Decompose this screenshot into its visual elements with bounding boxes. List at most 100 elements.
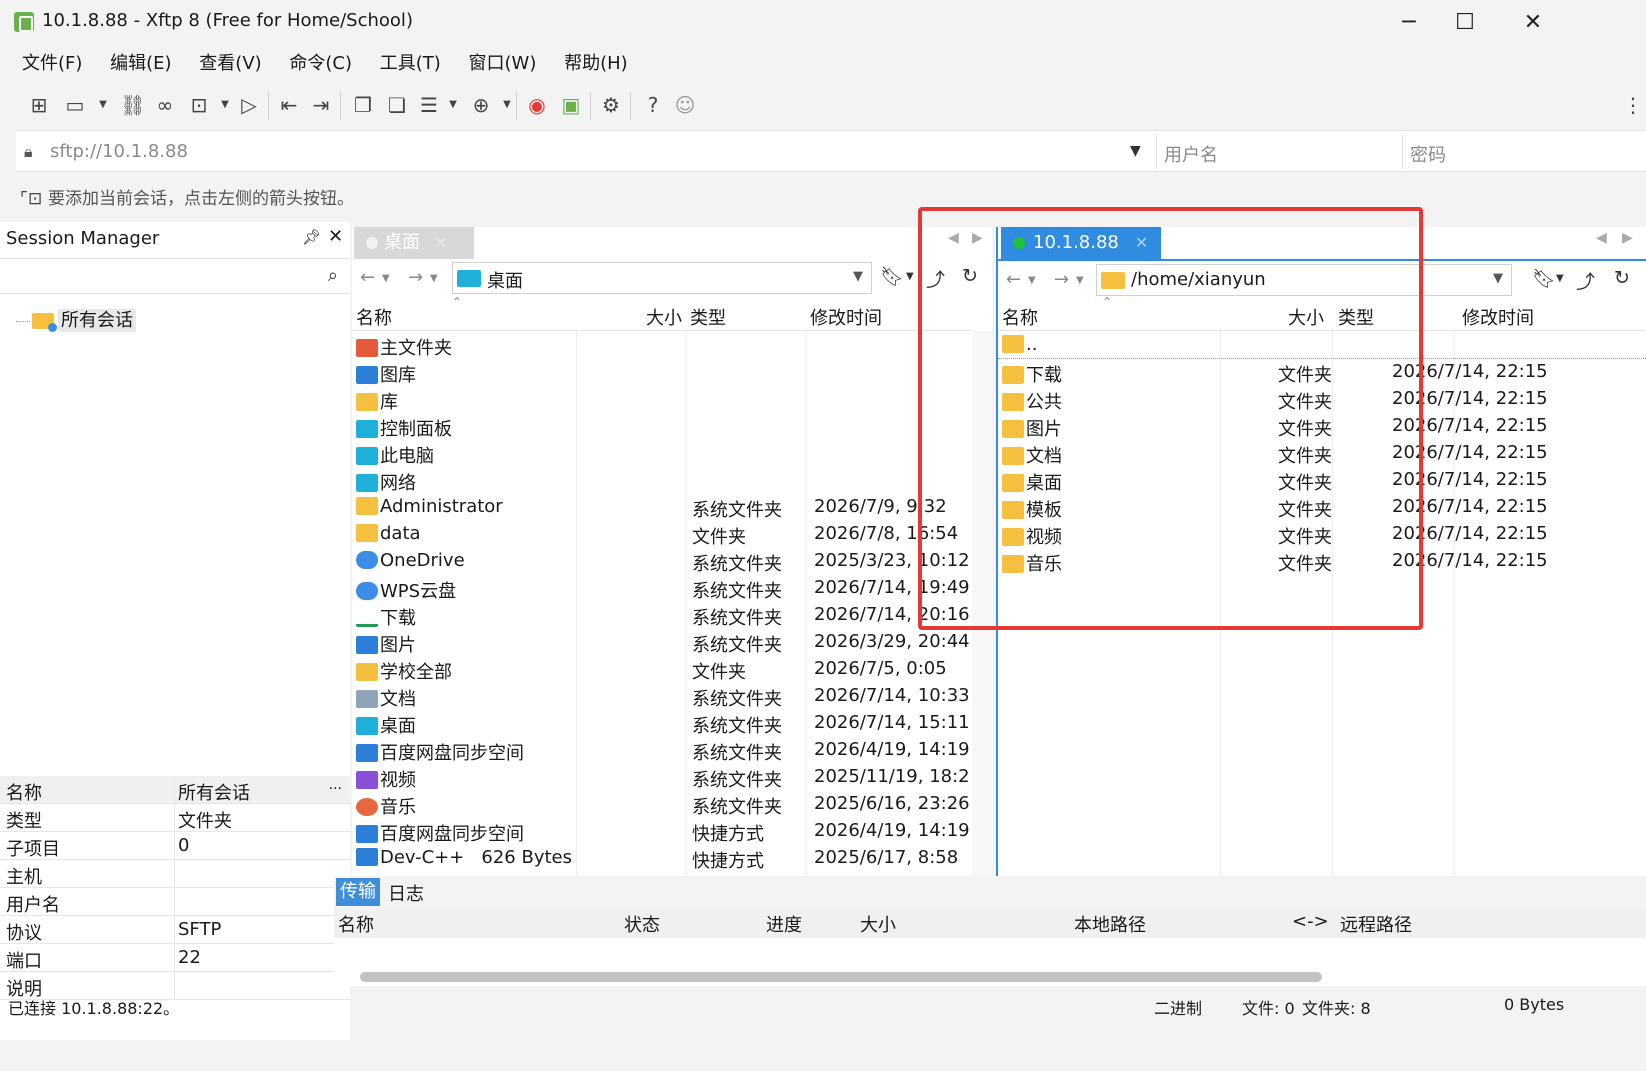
back-dropdown-icon[interactable]: ▼ [382, 273, 390, 284]
highlight-annotation-box [918, 207, 1423, 630]
list-view-icon[interactable]: ☰ [416, 92, 442, 118]
search-icon[interactable]: ⌕ [328, 265, 338, 286]
disconnect-icon[interactable]: ⛓ [120, 92, 146, 118]
username-field[interactable]: 用户名 [1164, 141, 1218, 167]
list-item[interactable]: 百度网盘同步空间 快捷方式 2026/4/19, 14:19 [352, 817, 972, 845]
play-icon[interactable]: ▷ [236, 92, 262, 118]
list-item[interactable]: WPS云盘 系统文件夹 2026/7/14, 19:49 [352, 574, 972, 602]
open-dropdown-icon[interactable]: ▼ [90, 92, 116, 118]
help-icon[interactable]: ? [640, 92, 666, 118]
list-item[interactable]: 图库 [352, 358, 972, 386]
host-dropdown-icon[interactable]: ▼ [1130, 143, 1141, 159]
copy-icon[interactable]: ❐ [350, 92, 376, 118]
menu-window[interactable]: 窗口(W) [469, 46, 537, 82]
tree-item-all-sessions[interactable]: 所有会话 [58, 309, 136, 332]
transfer-col-local-path[interactable]: 本地路径 [1074, 911, 1146, 937]
menu-help[interactable]: 帮助(H) [564, 46, 628, 82]
list-item[interactable]: Dev-C++ 626 Bytes 快捷方式 2025/6/17, 8:58 [352, 844, 972, 872]
transfer-col-status[interactable]: 状态 [624, 911, 660, 937]
add-session-icon[interactable]: ⌜⊡ [20, 189, 42, 209]
transfer-col-progress[interactable]: 进度 [766, 911, 802, 937]
refresh-icon[interactable]: ↻ [1614, 267, 1630, 289]
col-modified[interactable]: 修改时间 [1462, 304, 1534, 330]
col-type[interactable]: 类型 [690, 304, 726, 330]
minimize-button[interactable]: ─ [1384, 8, 1434, 38]
session-search-input[interactable]: ⌕ [0, 258, 350, 294]
settings-icon[interactable]: ⚙ [598, 92, 624, 118]
new-tab-icon[interactable]: ⊡ [186, 92, 212, 118]
new-session-icon[interactable]: ⊞ [26, 92, 52, 118]
local-path-input[interactable]: 桌面 ▼ [452, 262, 872, 294]
list-item[interactable]: 百度网盘同步空间 系统文件夹 2026/4/19, 14:19 [352, 736, 972, 764]
list-item[interactable]: 库 [352, 385, 972, 413]
tab-transfer[interactable]: 传输 [336, 878, 380, 906]
password-field[interactable]: 密码 [1410, 141, 1446, 167]
list-item[interactable]: 文档 系统文件夹 2026/7/14, 10:33 [352, 682, 972, 710]
menu-command[interactable]: 命令(C) [289, 46, 352, 82]
maximize-button[interactable]: ☐ [1440, 8, 1490, 38]
col-name[interactable]: 名称 [356, 304, 392, 330]
close-panel-icon[interactable]: ✕ [328, 226, 343, 247]
tab-log[interactable]: 日志 [388, 880, 424, 906]
close-button[interactable]: ✕ [1508, 8, 1558, 38]
parent-folder-icon[interactable]: ⤴ [1576, 267, 1595, 294]
transfer-col-size[interactable]: 大小 [860, 911, 896, 937]
tab-scroll-right-icon[interactable]: ▶ [1622, 230, 1633, 246]
open-folder-icon[interactable]: ▭ [62, 92, 88, 118]
tab-local-desktop[interactable]: 桌面 ✕ [354, 227, 474, 259]
list-item[interactable]: 桌面 系统文件夹 2026/7/14, 15:11 [352, 709, 972, 737]
list-item[interactable]: 下载 系统文件夹 2026/7/14, 20:16 [352, 601, 972, 629]
menu-tools[interactable]: 工具(T) [380, 46, 441, 82]
pin-icon[interactable]: 📌︎ [302, 228, 321, 246]
list-item[interactable]: data 文件夹 2026/7/8, 16:54 [352, 520, 972, 548]
path-dropdown-icon[interactable]: ▼ [1493, 271, 1503, 286]
bookmark-dropdown-icon[interactable]: ▼ [906, 271, 914, 282]
folder-count: 文件夹: 8 [1302, 999, 1371, 1018]
list-item[interactable]: 此电脑 [352, 439, 972, 467]
menu-file[interactable]: 文件(F) [22, 46, 82, 82]
transfer-col-direction[interactable]: <-> [1292, 911, 1329, 932]
view-dropdown-icon[interactable]: ▼ [440, 92, 466, 118]
list-item[interactable]: Administrator 系统文件夹 2026/7/9, 9:32 [352, 493, 972, 521]
list-item[interactable]: 控制面板 [352, 412, 972, 440]
col-size[interactable]: 大小 [646, 304, 682, 330]
menu-edit[interactable]: 编辑(E) [110, 46, 171, 82]
transfer-hscroll-thumb[interactable] [360, 972, 1322, 982]
transfer-col-name[interactable]: 名称 [338, 911, 374, 937]
properties-grid: 名称 所有会话... 类型 文件夹 子项目 0 主机 用户名 协议 SFTP 端口 22 … [0, 776, 350, 1000]
menu-view[interactable]: 查看(V) [199, 46, 261, 82]
forward-icon[interactable]: → [408, 267, 423, 288]
list-item[interactable]: 音乐 系统文件夹 2025/6/16, 23:26 [352, 790, 972, 818]
tab-scroll-left-icon[interactable]: ◀ [1596, 230, 1607, 246]
property-row: 名称 所有会话... [0, 776, 350, 804]
link-icon[interactable]: ∞ [152, 92, 178, 118]
transfer-col-remote-path[interactable]: 远程路径 [1340, 911, 1412, 937]
transfer-mode[interactable]: 二进制 [1154, 995, 1202, 1019]
xftp-icon[interactable]: ▣ [558, 92, 584, 118]
forward-dropdown-icon[interactable]: ▼ [430, 273, 438, 284]
list-item[interactable]: 学校全部 文件夹 2026/7/5, 0:05 [352, 655, 972, 683]
path-dropdown-icon[interactable]: ▼ [853, 269, 863, 284]
host-input[interactable]: sftp://10.1.8.88 [50, 141, 188, 162]
bookmark-icon[interactable]: 🔖︎ [880, 265, 904, 288]
paste-icon[interactable]: ❏ [384, 92, 410, 118]
list-item[interactable]: 视频 系统文件夹 2025/11/19, 18:2 [352, 763, 972, 791]
list-item[interactable]: OneDrive 系统文件夹 2025/3/23, 10:12 [352, 547, 972, 575]
xshell-icon[interactable]: ◉ [524, 92, 550, 118]
new-tab-dropdown-icon[interactable]: ▼ [212, 92, 238, 118]
col-modified[interactable]: 修改时间 [810, 304, 882, 330]
bookmark-icon[interactable]: 🔖︎ [1532, 267, 1556, 290]
upload-icon[interactable]: ⇤ [276, 92, 302, 118]
transfer-hscroll-track[interactable] [334, 968, 1646, 986]
globe-icon[interactable]: ⊕ [468, 92, 494, 118]
back-icon[interactable]: ← [360, 267, 375, 288]
bookmark-dropdown-icon[interactable]: ▼ [1556, 273, 1564, 284]
more-icon[interactable]: ⋮ [1620, 92, 1646, 118]
tab-close-icon[interactable]: ✕ [434, 233, 447, 252]
list-item[interactable]: 网络 [352, 466, 972, 494]
list-item[interactable]: 主文件夹 [352, 331, 972, 359]
list-item[interactable]: 图片 系统文件夹 2026/3/29, 20:44 [352, 628, 972, 656]
download-icon[interactable]: ⇥ [308, 92, 334, 118]
chat-icon[interactable]: ☺ [672, 92, 698, 118]
more-button[interactable]: ... [329, 777, 342, 793]
